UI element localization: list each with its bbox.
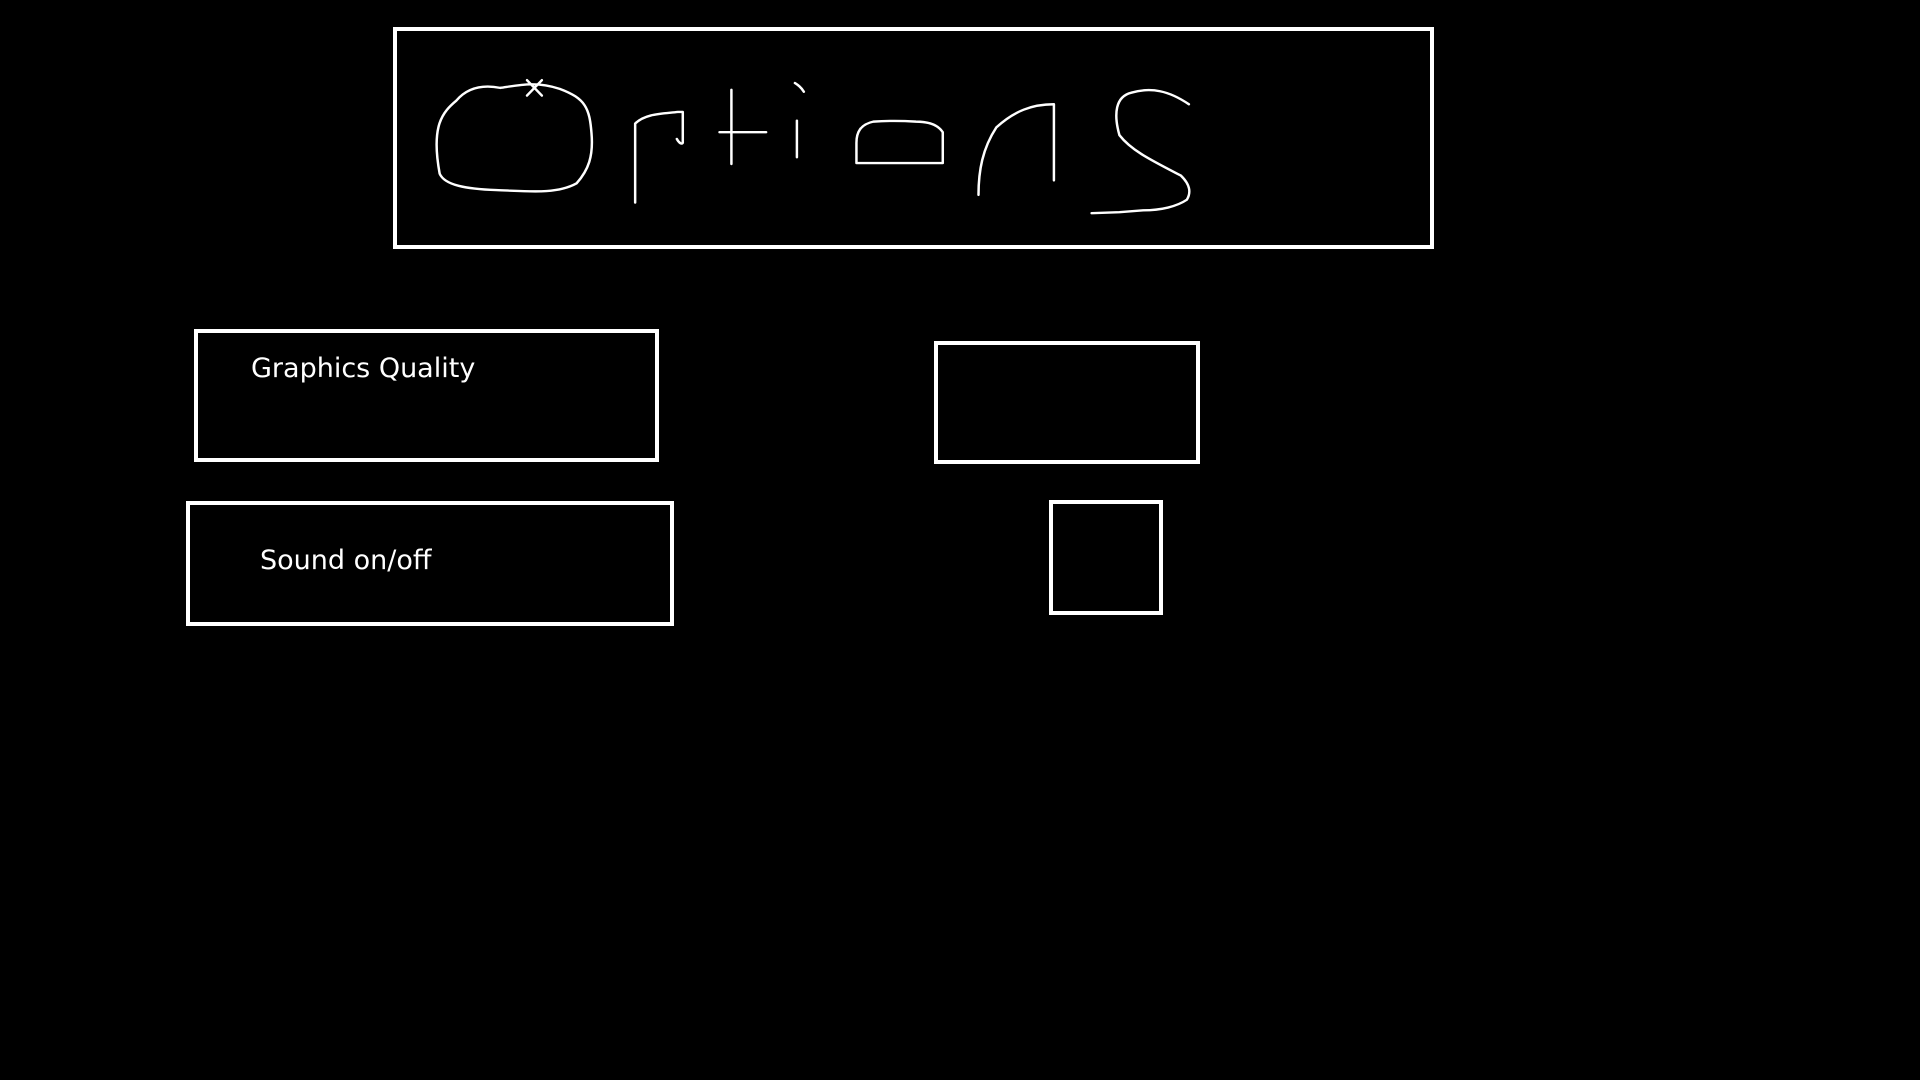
title-letter-s [1090, 88, 1191, 215]
sound-toggle-checkbox[interactable] [1049, 500, 1163, 615]
graphics-quality-label: Graphics Quality [251, 353, 476, 384]
options-title-panel: Options [393, 27, 1434, 249]
sound-on-off-label-box: Sound on/off [186, 501, 674, 626]
title-letter-o [435, 83, 594, 193]
options-handwritten-title [435, 78, 1191, 215]
title-letter-n [977, 103, 1056, 197]
graphics-quality-value [938, 345, 939, 346]
title-letter-p [633, 110, 685, 204]
sound-on-off-label: Sound on/off [260, 545, 432, 576]
title-letter-o-small [855, 119, 945, 165]
title-letter-o-mark [525, 78, 544, 97]
graphics-quality-selector[interactable] [934, 341, 1200, 464]
title-letter-t [718, 88, 768, 166]
graphics-quality-label-box: Graphics Quality [194, 329, 659, 462]
title-letter-i-dot [793, 81, 806, 93]
